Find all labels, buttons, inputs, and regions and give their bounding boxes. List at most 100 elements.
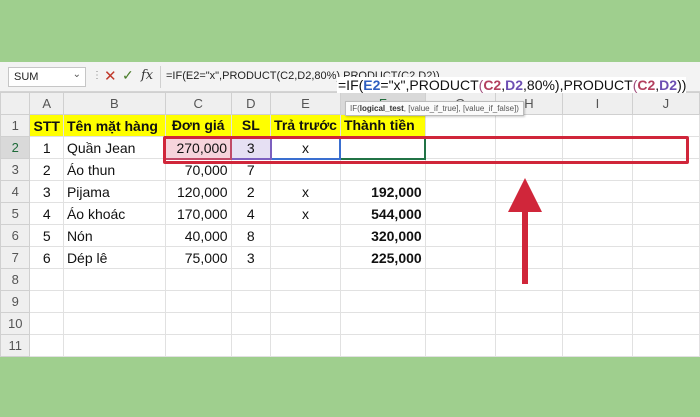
- cell[interactable]: 6: [29, 246, 64, 269]
- header-cell-stt[interactable]: STT: [29, 114, 64, 137]
- cell[interactable]: [164, 334, 232, 357]
- column-header-d[interactable]: D: [230, 92, 272, 115]
- cell[interactable]: 2: [230, 180, 272, 203]
- cell[interactable]: Áo khoác: [62, 202, 166, 225]
- chevron-down-icon[interactable]: ⌄: [73, 69, 81, 80]
- row-header[interactable]: 11: [0, 334, 31, 357]
- cell[interactable]: [270, 334, 341, 357]
- cell[interactable]: [424, 224, 496, 247]
- column-header-j[interactable]: J: [631, 92, 700, 115]
- cell[interactable]: 40,000: [164, 224, 232, 247]
- cell[interactable]: [164, 312, 232, 335]
- cell[interactable]: [339, 312, 426, 335]
- cell[interactable]: 544,000: [339, 202, 426, 225]
- cell[interactable]: [631, 114, 700, 137]
- cell[interactable]: [424, 268, 496, 291]
- cell[interactable]: Quần Jean: [62, 136, 166, 159]
- cell[interactable]: 170,000: [164, 202, 232, 225]
- cell[interactable]: [561, 224, 633, 247]
- row-header[interactable]: 3: [0, 158, 31, 181]
- cell[interactable]: [62, 334, 166, 357]
- cell[interactable]: 225,000: [339, 246, 426, 269]
- cell[interactable]: [631, 290, 700, 313]
- column-header-c[interactable]: C: [164, 92, 232, 115]
- cell[interactable]: [230, 290, 272, 313]
- cell[interactable]: 120,000: [164, 180, 232, 203]
- cell[interactable]: [424, 180, 496, 203]
- cell[interactable]: [424, 202, 496, 225]
- cell[interactable]: [62, 312, 166, 335]
- cell[interactable]: 1: [29, 136, 64, 159]
- header-cell-thanh-tien[interactable]: Thành tiền: [339, 114, 426, 137]
- cell[interactable]: [270, 224, 341, 247]
- cell[interactable]: Pijama: [62, 180, 166, 203]
- cell[interactable]: Áo thun: [62, 158, 166, 181]
- row-header[interactable]: 1: [0, 114, 31, 137]
- cell[interactable]: 75,000: [164, 246, 232, 269]
- cell[interactable]: [494, 290, 563, 313]
- cell[interactable]: [424, 114, 496, 137]
- cell[interactable]: 4: [29, 202, 64, 225]
- cell[interactable]: [631, 180, 700, 203]
- cell[interactable]: 4: [230, 202, 272, 225]
- cell[interactable]: 192,000: [339, 180, 426, 203]
- cell[interactable]: 320,000: [339, 224, 426, 247]
- cell[interactable]: [561, 312, 633, 335]
- cell[interactable]: [494, 334, 563, 357]
- cell[interactable]: [270, 246, 341, 269]
- cell[interactable]: [561, 114, 633, 137]
- header-cell-tra-truoc[interactable]: Trả trước: [270, 114, 341, 137]
- cell[interactable]: [631, 312, 700, 335]
- cell[interactable]: [29, 268, 64, 291]
- cell[interactable]: [631, 334, 700, 357]
- cell[interactable]: [561, 202, 633, 225]
- cell[interactable]: [29, 290, 64, 313]
- cell[interactable]: [561, 290, 633, 313]
- cell[interactable]: [270, 312, 341, 335]
- cell[interactable]: 2: [29, 158, 64, 181]
- cell[interactable]: [29, 334, 64, 357]
- column-header-a[interactable]: A: [29, 92, 64, 115]
- cell[interactable]: [29, 312, 64, 335]
- cell[interactable]: [424, 290, 496, 313]
- cell[interactable]: x: [270, 180, 341, 203]
- cell[interactable]: [494, 312, 563, 335]
- enter-checkmark-icon[interactable]: ✓: [122, 67, 134, 84]
- column-header-i[interactable]: I: [561, 92, 633, 115]
- cell[interactable]: [230, 312, 272, 335]
- cell[interactable]: [424, 246, 496, 269]
- cancel-icon[interactable]: ✕: [104, 67, 117, 85]
- cell[interactable]: [561, 180, 633, 203]
- more-options-icon[interactable]: ⋮: [92, 70, 102, 81]
- insert-function-icon[interactable]: fx: [141, 68, 153, 83]
- cell[interactable]: [230, 268, 272, 291]
- cell[interactable]: [270, 268, 341, 291]
- cell[interactable]: [631, 246, 700, 269]
- cell[interactable]: [424, 312, 496, 335]
- cell[interactable]: [494, 114, 563, 137]
- in-cell-formula-text[interactable]: =IF(E2="x",PRODUCT(C2,D2,80%),PRODUCT(C2…: [337, 77, 687, 93]
- cell[interactable]: [230, 334, 272, 357]
- cell[interactable]: [339, 268, 426, 291]
- cell[interactable]: [164, 290, 232, 313]
- cell[interactable]: Nón: [62, 224, 166, 247]
- cell[interactable]: [339, 290, 426, 313]
- row-header[interactable]: 4: [0, 180, 31, 203]
- cell[interactable]: [424, 334, 496, 357]
- name-box[interactable]: SUM ⌄: [8, 67, 86, 87]
- tooltip-current-argument[interactable]: logical_test: [360, 104, 404, 113]
- cell[interactable]: [62, 268, 166, 291]
- column-header-b[interactable]: B: [62, 92, 166, 115]
- header-cell-sl[interactable]: SL: [230, 114, 272, 137]
- cell[interactable]: [270, 290, 341, 313]
- function-arguments-tooltip[interactable]: IF(logical_test, [value_if_true], [value…: [345, 101, 524, 116]
- row-header[interactable]: 9: [0, 290, 31, 313]
- cell[interactable]: Dép lê: [62, 246, 166, 269]
- cell[interactable]: [631, 202, 700, 225]
- select-all-corner[interactable]: [0, 92, 31, 115]
- row-header[interactable]: 10: [0, 312, 31, 335]
- column-header-e[interactable]: E: [270, 92, 341, 115]
- cell[interactable]: 3: [230, 246, 272, 269]
- cell[interactable]: [62, 290, 166, 313]
- row-header[interactable]: 7: [0, 246, 31, 269]
